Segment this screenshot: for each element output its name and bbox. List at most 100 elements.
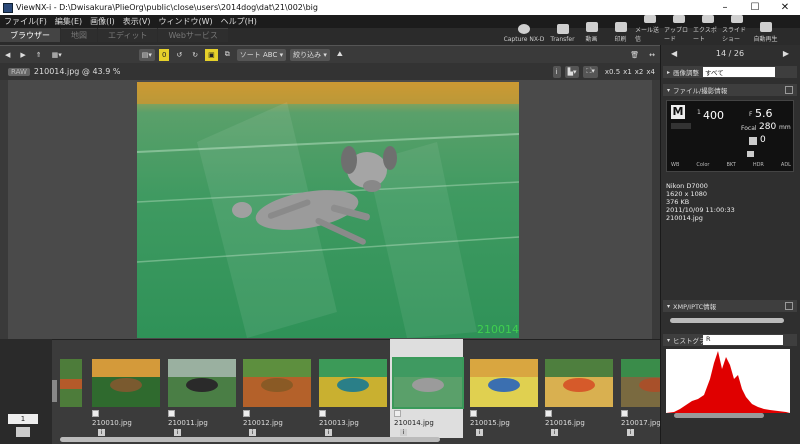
trash-icon[interactable]: 🗑 — [627, 49, 642, 61]
movie-button[interactable]: 動画 — [577, 15, 606, 45]
back-arrow-icon[interactable]: ◀ — [2, 49, 13, 61]
camera-lcd-panel: M 1 400 F 5.6 Focal 280 mm 0 WB Color BK… — [666, 100, 794, 172]
expand-icon: ▾ — [667, 86, 671, 94]
stack-icon[interactable] — [16, 427, 30, 437]
next-image-icon[interactable]: ▶ — [783, 49, 789, 58]
thumbnail-label: 210010.jpg — [92, 419, 132, 427]
thumbnail-label: 210017.jpg — [621, 419, 661, 427]
close-button[interactable]: ✕ — [770, 0, 800, 15]
slideshow-button[interactable]: スライドショー — [722, 15, 751, 45]
thumbnail[interactable] — [168, 359, 236, 407]
thumbnail[interactable] — [392, 357, 464, 409]
expand-icon: ▾ — [667, 302, 671, 310]
file-zoom-label: 210014.jpg @ 43.9 % — [33, 67, 121, 76]
pager-label: 14 / 26 — [715, 48, 745, 58]
thumbnail-info-icon[interactable]: i — [400, 429, 407, 436]
folder-up-icon[interactable]: ⇑ — [33, 49, 45, 61]
thumbnail-partial[interactable] — [60, 359, 82, 407]
exposure-comp-icon — [749, 137, 757, 145]
rotate-right-icon[interactable]: ↻ — [189, 49, 201, 61]
fit-width-icon[interactable]: ↔ — [646, 49, 658, 61]
highlight-icon[interactable]: ⛰ — [334, 49, 346, 61]
file-info-header[interactable]: ▾ ファイル/撮影情報 — [663, 84, 797, 96]
thumbnail-info-icon[interactable]: i — [174, 429, 181, 436]
thumbnail-checkbox[interactable] — [621, 410, 628, 417]
thumbnail[interactable] — [545, 359, 613, 407]
thumbnail-checkbox[interactable] — [243, 410, 250, 417]
thumbnail[interactable] — [243, 359, 311, 407]
label-filter-icon[interactable]: 0 — [158, 48, 170, 61]
xmp-header[interactable]: ▾ XMP/IPTC情報 — [663, 300, 797, 312]
tab-edit[interactable]: エディット — [98, 28, 158, 42]
thumbnail-checkbox[interactable] — [92, 410, 99, 417]
rotate-left-icon[interactable]: ↺ — [173, 49, 185, 61]
thumbnail-checkbox[interactable] — [470, 410, 477, 417]
menu-edit[interactable]: 編集(E) — [51, 16, 86, 27]
settings-icon[interactable] — [785, 302, 793, 310]
thumbnail-checkbox[interactable] — [545, 410, 552, 417]
sync-icon[interactable]: ⧉ — [222, 49, 233, 61]
tab-web-service[interactable]: Webサービス — [158, 28, 228, 42]
thumbnail-info-icon[interactable]: i — [325, 429, 332, 436]
thumbnail-info-icon[interactable]: i — [98, 429, 105, 436]
histogram-channel-select[interactable]: R — [703, 335, 783, 345]
fit-screen-icon[interactable]: ⛶▾ — [583, 65, 598, 78]
movie-icon — [585, 22, 598, 32]
thumbnail-info-icon[interactable]: i — [627, 429, 634, 436]
histogram-slider[interactable] — [674, 413, 764, 418]
thumbnail[interactable] — [319, 359, 387, 407]
autoplay-icon — [759, 22, 772, 32]
histogram-toggle-icon[interactable]: ▙▾ — [564, 65, 580, 78]
thumbnail-checkbox[interactable] — [168, 410, 175, 417]
menu-window[interactable]: ウィンドウ(W) — [154, 16, 216, 27]
mode-badge: M — [671, 105, 685, 119]
mode-tabs: ブラウザー 地図 エディット Webサービス — [0, 28, 500, 42]
strip-scroll-left[interactable] — [52, 380, 57, 402]
upload-button[interactable]: アップロード — [664, 15, 693, 45]
menu-view[interactable]: 表示(V) — [119, 16, 155, 27]
thumbnail-info-icon[interactable]: i — [476, 429, 483, 436]
tab-map[interactable]: 地図 — [61, 28, 97, 42]
app-icon — [3, 2, 13, 13]
capture-nxd-button[interactable]: Capture NX-D — [500, 15, 548, 45]
forward-arrow-icon[interactable]: ▶ — [17, 49, 28, 61]
menu-file[interactable]: ファイル(F) — [0, 16, 51, 27]
filter-dropdown[interactable]: 絞り込み ▾ — [290, 48, 330, 61]
raw-badge: RAW — [8, 67, 30, 76]
menu-help[interactable]: ヘルプ(H) — [217, 16, 261, 27]
compare-icon[interactable]: ▣ — [205, 48, 218, 61]
thumbnail-checkbox[interactable] — [394, 410, 401, 417]
right-panel-toggle[interactable] — [652, 80, 660, 339]
view-mode-icon[interactable]: ▦▾ — [49, 49, 65, 61]
main-toolbar: Capture NX-D Transfer 動画 印刷 メール送信 アップロード… — [500, 15, 800, 45]
minimize-button[interactable]: – — [710, 0, 740, 15]
settings-icon[interactable] — [785, 86, 793, 94]
thumbnail[interactable] — [470, 359, 538, 407]
zoom-slider[interactable]: x0.5 x1 x2 x4 — [602, 66, 658, 78]
menu-image[interactable]: 画像(I) — [86, 16, 119, 27]
filmstrip-scrollbar[interactable] — [60, 437, 440, 442]
print-button[interactable]: 印刷 — [606, 15, 635, 45]
sort-dropdown[interactable]: ソート ABC ▾ — [236, 48, 287, 61]
transfer-button[interactable]: Transfer — [548, 15, 577, 45]
thumbnail-info-icon[interactable]: i — [249, 429, 256, 436]
export-button[interactable]: エクスポート — [693, 15, 722, 45]
maximize-button[interactable]: ☐ — [740, 0, 770, 15]
thumbnail-info-icon[interactable]: i — [551, 429, 558, 436]
prev-image-icon[interactable]: ◀ — [671, 49, 677, 58]
adjust-select[interactable]: すべて — [703, 67, 775, 77]
pager: ◀ 14 / 26 ▶ — [663, 47, 797, 59]
autoplay-button[interactable]: 自動再生 — [751, 15, 780, 45]
left-panel-toggle[interactable] — [0, 80, 8, 339]
email-button[interactable]: メール送信 — [635, 15, 664, 45]
thumbnail-label: 210016.jpg — [545, 419, 585, 427]
grid-view-icon[interactable]: ▤▾ — [138, 48, 155, 61]
thumbnail-checkbox[interactable] — [319, 410, 326, 417]
info-icon[interactable]: i — [552, 65, 561, 78]
collapse-icon[interactable]: ▸ — [667, 69, 670, 76]
histogram-header[interactable]: ▾ ヒストグラム R — [663, 334, 797, 346]
title-bar: ViewNX-i - D:\Dwisakura\PlieOrg\public\c… — [0, 0, 800, 15]
thumbnail[interactable] — [92, 359, 160, 407]
tab-browser[interactable]: ブラウザー — [0, 28, 60, 42]
xmp-scrollbar[interactable] — [670, 318, 784, 323]
